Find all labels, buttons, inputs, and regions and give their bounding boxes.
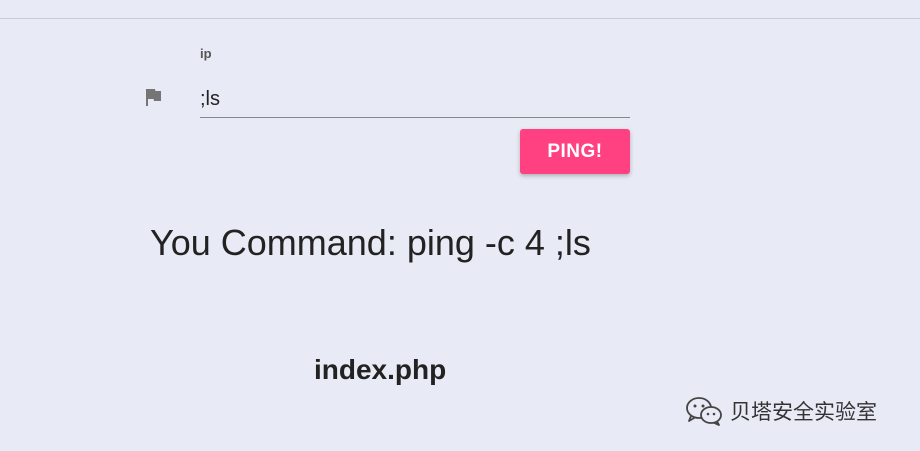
command-output: index.php xyxy=(314,354,447,385)
flag-icon xyxy=(146,89,161,106)
ping-button[interactable]: PING! xyxy=(520,129,630,174)
command-heading: You Command: ping -c 4 ;ls xyxy=(150,222,591,263)
watermark: 贝塔安全实验室 xyxy=(684,395,877,427)
wechat-icon xyxy=(686,397,722,426)
watermark-text: 贝塔安全实验室 xyxy=(730,400,877,424)
top-divider xyxy=(0,18,920,19)
ip-field-label: ip xyxy=(200,46,212,61)
ip-input[interactable] xyxy=(200,82,630,118)
